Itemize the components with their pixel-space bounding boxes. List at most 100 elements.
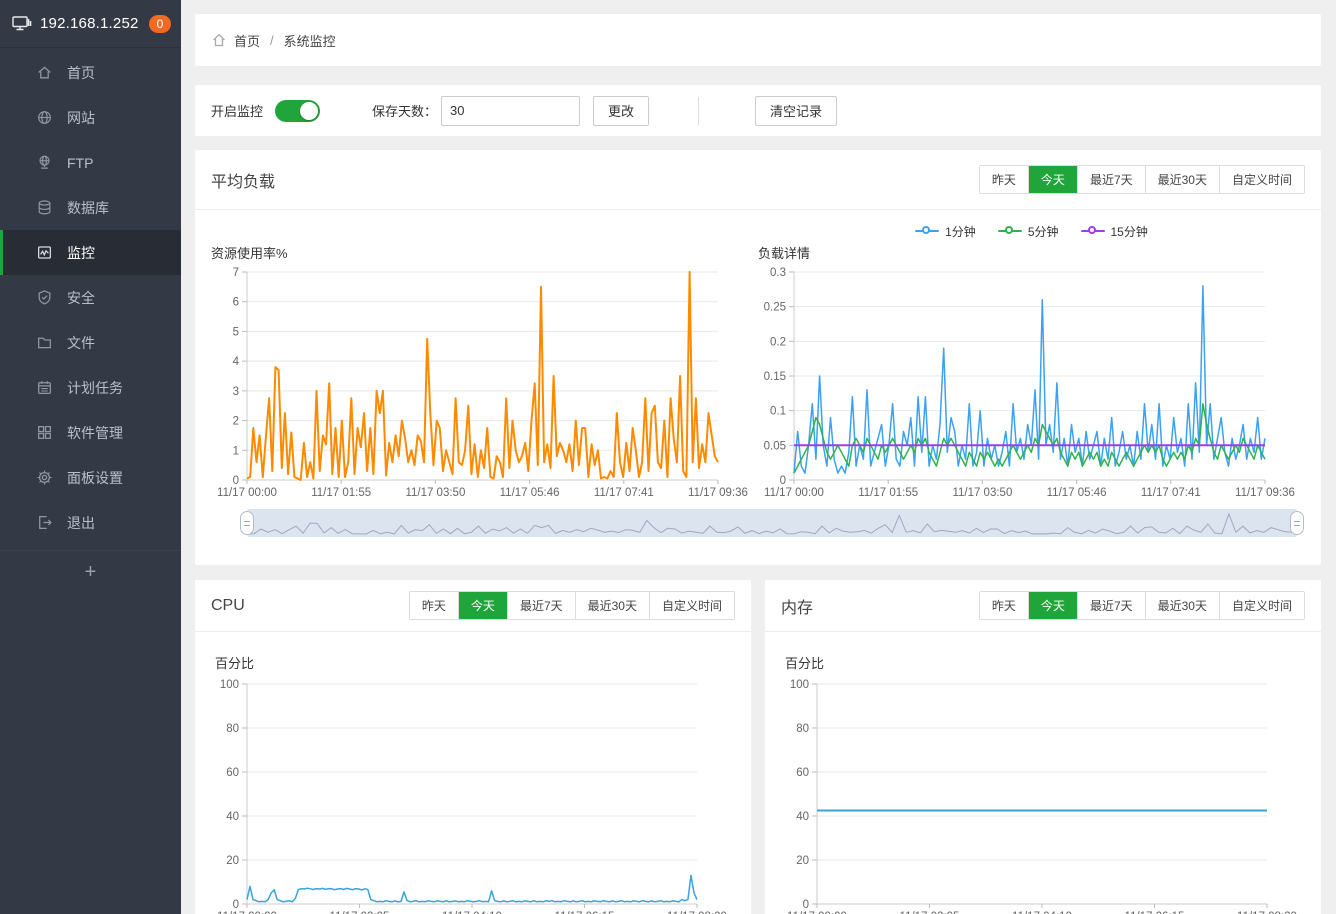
legend-item-15min[interactable]: 15分钟	[1081, 223, 1148, 240]
svg-text:0.25: 0.25	[764, 302, 786, 314]
sidebar-item-label: 软件管理	[67, 423, 123, 443]
svg-text:11/17 07:41: 11/17 07:41	[1141, 487, 1201, 499]
sidebar-item-monitor[interactable]: 监控	[0, 230, 181, 275]
svg-text:11/17 00:00: 11/17 00:00	[217, 487, 277, 499]
svg-text:0: 0	[780, 475, 786, 487]
save-days-input[interactable]	[441, 96, 580, 126]
clear-records-button[interactable]: 清空记录	[755, 96, 837, 126]
filter-today[interactable]: 今天	[458, 592, 507, 619]
cpu-panel-body: 百分比 02040608010011/17 00:0011/17 02:0511…	[195, 632, 751, 914]
sidebar-item-label: 首页	[67, 63, 95, 83]
filter-30days[interactable]: 最近30天	[575, 592, 649, 619]
filter-30days[interactable]: 最近30天	[1145, 592, 1219, 619]
gear-icon	[36, 469, 53, 486]
sidebar-item-files[interactable]: 文件	[0, 320, 181, 365]
breadcrumb-home-link[interactable]: 首页	[234, 31, 260, 50]
memory-chart: 02040608010011/17 00:0011/17 02:0511/17 …	[781, 676, 1301, 914]
filter-7days[interactable]: 最近7天	[507, 592, 575, 619]
memory-panel: 内存 昨天 今天 最近7天 最近30天 自定义时间 百分比 0204060801…	[765, 580, 1321, 914]
filter-30days[interactable]: 最近30天	[1145, 166, 1219, 193]
filter-7days[interactable]: 最近7天	[1077, 592, 1145, 619]
svg-text:11/17 00:00: 11/17 00:00	[764, 487, 824, 499]
sidebar-item-label: 计划任务	[67, 378, 123, 398]
change-button[interactable]: 更改	[593, 96, 649, 126]
filter-today[interactable]: 今天	[1028, 592, 1077, 619]
sidebar-item-software[interactable]: 软件管理	[0, 410, 181, 455]
svg-text:11/17 01:55: 11/17 01:55	[311, 487, 371, 499]
legend-marker-15min	[1081, 226, 1105, 236]
sidebar-logo[interactable]: 192.168.1.252 0	[0, 0, 181, 48]
resource-chart-title: 资源使用率%	[211, 244, 758, 264]
home-icon	[211, 32, 234, 48]
monitor-chart-icon	[36, 244, 53, 261]
svg-text:11/17 09:36: 11/17 09:36	[688, 487, 748, 499]
svg-text:0.15: 0.15	[764, 371, 786, 383]
filter-yesterday[interactable]: 昨天	[980, 592, 1028, 619]
breadcrumb-separator: /	[270, 33, 274, 48]
sidebar-item-logout[interactable]: 退出	[0, 500, 181, 545]
database-icon	[36, 199, 53, 216]
svg-text:7: 7	[233, 267, 239, 279]
filter-7days[interactable]: 最近7天	[1077, 166, 1145, 193]
sidebar: 192.168.1.252 0 首页 网站 FTP	[0, 0, 181, 914]
main-content: 首页 / 系统监控 开启监控 保存天数： 更改 清空记录 平均负载 昨天 今天 …	[181, 0, 1336, 914]
legend-item-1min[interactable]: 1分钟	[915, 223, 976, 240]
load-panel-body: 资源使用率% 0123456711/17 00:0011/17 01:5511/…	[195, 210, 1321, 537]
legend-marker-1min	[915, 226, 939, 236]
legend-label-5min: 5分钟	[1028, 223, 1059, 240]
server-monitor-icon	[12, 15, 40, 33]
divider	[698, 97, 699, 125]
filter-yesterday[interactable]: 昨天	[980, 166, 1028, 193]
breadcrumb-current: 系统监控	[284, 31, 336, 50]
load-detail-chart-title: 负载详情	[758, 244, 1305, 264]
svg-text:11/17 05:46: 11/17 05:46	[1047, 487, 1107, 499]
legend-marker-5min	[998, 226, 1022, 236]
sidebar-item-label: 监控	[67, 243, 95, 263]
svg-text:100: 100	[220, 679, 239, 691]
load-time-filter: 昨天 今天 最近7天 最近30天 自定义时间	[979, 165, 1305, 194]
monitor-toggle[interactable]	[275, 100, 320, 122]
svg-text:11/17 07:41: 11/17 07:41	[594, 487, 654, 499]
memory-chart-title: 百分比	[785, 654, 1305, 674]
sidebar-item-label: 面板设置	[67, 468, 123, 488]
legend-item-5min[interactable]: 5分钟	[998, 223, 1059, 240]
svg-text:0.3: 0.3	[770, 267, 786, 279]
datazoom-slider[interactable]	[247, 509, 1297, 537]
zoom-handle-right[interactable]	[1290, 511, 1304, 535]
legend-spacer	[211, 218, 758, 244]
svg-text:0: 0	[803, 899, 809, 911]
sidebar-item-home[interactable]: 首页	[0, 50, 181, 95]
zoom-handle-left[interactable]	[240, 511, 254, 535]
cpu-panel: CPU 昨天 今天 最近7天 最近30天 自定义时间 百分比 020406080…	[195, 580, 751, 914]
message-count-badge[interactable]: 0	[149, 15, 171, 33]
logout-icon	[36, 514, 53, 531]
add-menu-button[interactable]: +	[0, 550, 181, 594]
sidebar-item-ftp[interactable]: FTP	[0, 140, 181, 185]
sidebar-item-sites[interactable]: 网站	[0, 95, 181, 140]
home-icon	[36, 64, 53, 81]
filter-custom[interactable]: 自定义时间	[649, 592, 734, 619]
bottom-panels: CPU 昨天 今天 最近7天 最近30天 自定义时间 百分比 020406080…	[195, 580, 1321, 914]
svg-text:2: 2	[233, 416, 239, 428]
filter-custom[interactable]: 自定义时间	[1219, 166, 1304, 193]
sidebar-item-label: 网站	[67, 108, 95, 128]
svg-text:40: 40	[226, 811, 239, 823]
svg-text:11/17 09:36: 11/17 09:36	[1235, 487, 1295, 499]
load-panel-header: 平均负载 昨天 今天 最近7天 最近30天 自定义时间	[195, 150, 1321, 210]
app-grid-icon	[36, 424, 53, 441]
sidebar-item-cron[interactable]: 计划任务	[0, 365, 181, 410]
svg-text:11/17 01:55: 11/17 01:55	[858, 487, 918, 499]
cpu-time-filter: 昨天 今天 最近7天 最近30天 自定义时间	[409, 591, 735, 620]
sidebar-item-database[interactable]: 数据库	[0, 185, 181, 230]
svg-text:0.05: 0.05	[764, 440, 786, 452]
cpu-panel-header: CPU 昨天 今天 最近7天 最近30天 自定义时间	[195, 580, 751, 632]
sidebar-item-settings[interactable]: 面板设置	[0, 455, 181, 500]
filter-today[interactable]: 今天	[1028, 166, 1077, 193]
sidebar-item-security[interactable]: 安全	[0, 275, 181, 320]
filter-yesterday[interactable]: 昨天	[410, 592, 458, 619]
toggle-knob	[300, 102, 318, 120]
filter-custom[interactable]: 自定义时间	[1219, 592, 1304, 619]
ftp-globe-icon	[36, 154, 53, 171]
svg-text:3: 3	[233, 386, 239, 398]
svg-text:20: 20	[796, 855, 809, 867]
